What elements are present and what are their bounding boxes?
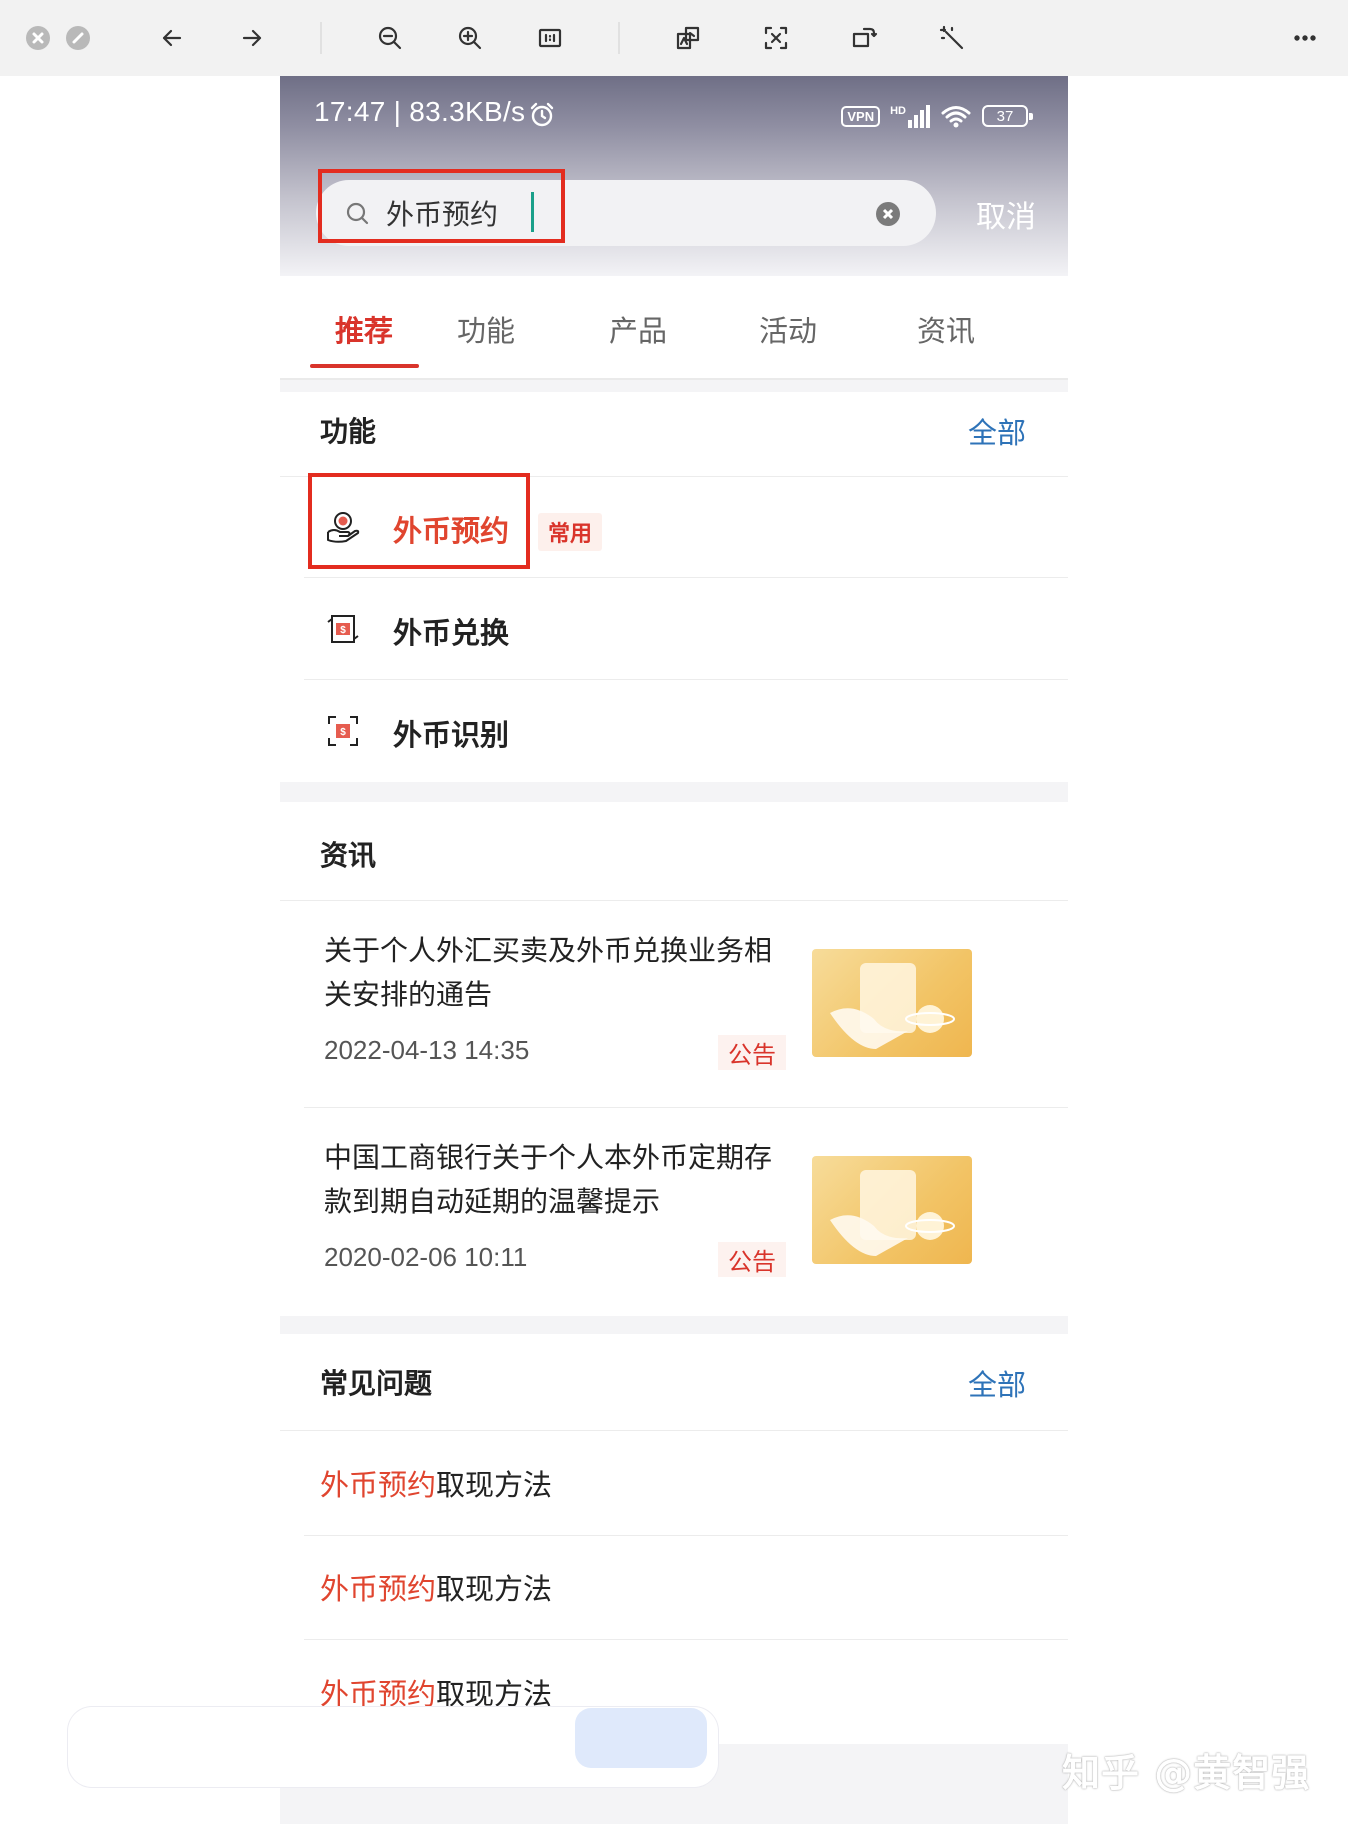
battery-level: 37 [996, 107, 1014, 125]
translate-icon[interactable] [668, 18, 708, 58]
divider [304, 577, 1068, 578]
svg-text:$: $ [340, 625, 346, 636]
section-gap [280, 782, 1068, 802]
minimize-window-icon[interactable] [58, 18, 98, 58]
bottom-card-button[interactable] [575, 1708, 707, 1768]
news-title: 中国工商银行关于个人本外币定期存款到期自动延期的温馨提示 [324, 1141, 773, 1218]
divider [304, 1639, 1068, 1640]
actual-size-icon[interactable] [530, 18, 570, 58]
network-label: HD [890, 104, 906, 117]
zoom-out-icon[interactable] [370, 18, 410, 58]
category-tabs: 推荐 功能 产品 活动 资讯 [280, 276, 1068, 380]
faq-text: 取现方法 [436, 1468, 553, 1502]
tab-products[interactable]: 产品 [568, 308, 708, 350]
news-item[interactable]: 中国工商银行关于个人本外币定期存款到期自动延期的温馨提示 2020-02-06 … [280, 1108, 1068, 1314]
cancel-button[interactable]: 取消 [976, 192, 1036, 236]
viewer-toolbar [0, 0, 1348, 76]
status-icons: VPN HD 37 [841, 100, 1033, 132]
news-tag: 公告 [718, 1242, 786, 1277]
section-gap [280, 1316, 1068, 1334]
news-date: 2022-04-13 14:35 [324, 1035, 530, 1065]
search-highlight-box [318, 169, 565, 243]
function-item-fx-recognition[interactable]: $ 外币识别 [280, 682, 1068, 782]
faq-item[interactable]: 外币预约取现方法 [320, 1566, 552, 1608]
more-options-icon[interactable] [1285, 18, 1325, 58]
function-item-fx-exchange[interactable]: $ 外币兑换 [280, 580, 1068, 680]
faq-text: 取现方法 [436, 1677, 553, 1711]
forward-arrow-icon[interactable] [232, 18, 272, 58]
clear-search-icon[interactable] [876, 202, 900, 226]
zoom-in-icon[interactable] [450, 18, 490, 58]
tab-functions[interactable]: 功能 [416, 308, 556, 350]
divider [280, 1430, 1068, 1431]
toolbar-divider [618, 22, 620, 54]
magic-wand-icon[interactable] [932, 18, 972, 58]
alarm-clock-icon [530, 102, 554, 127]
divider [304, 679, 1068, 680]
faq-all-link[interactable]: 全部 [968, 1362, 1026, 1404]
vpn-badge: VPN [841, 105, 881, 127]
news-item[interactable]: 关于个人外汇买卖及外币兑换业务相关安排的通告 2022-04-13 14:35 … [280, 901, 1068, 1107]
news-title: 关于个人外汇买卖及外币兑换业务相关安排的通告 [324, 934, 773, 1011]
frequent-badge: 常用 [538, 513, 603, 551]
svg-text:$: $ [340, 727, 346, 738]
news-thumbnail-image [812, 949, 972, 1057]
divider [304, 1535, 1068, 1536]
ocr-scan-icon[interactable] [756, 18, 796, 58]
status-time-speed: 17:47 | 83.3KB/s [314, 96, 526, 127]
news-heading: 资讯 [320, 839, 377, 872]
rotate-icon[interactable] [844, 18, 884, 58]
function-label: 外币识别 [393, 718, 510, 752]
battery-icon: 37 [982, 105, 1033, 127]
function-highlight-box [308, 473, 530, 569]
news-date: 2020-02-06 10:11 [324, 1242, 528, 1272]
watermark: 知乎 @黄智强 [1062, 1751, 1311, 1795]
tab-news[interactable]: 资讯 [876, 308, 1016, 350]
toolbar-divider [320, 22, 322, 54]
tab-activities[interactable]: 活动 [718, 308, 858, 350]
tab-recommended[interactable]: 推荐 [294, 308, 434, 350]
news-tag: 公告 [718, 1035, 786, 1070]
phone-screen: 17:47 | 83.3KB/s VPN HD 37 外币预约 取消 推荐 功能… [280, 76, 1068, 1824]
faq-item[interactable]: 外币预约取现方法 [320, 1462, 552, 1504]
back-arrow-icon[interactable] [152, 18, 192, 58]
news-thumbnail-image [812, 1156, 972, 1264]
wifi-icon [941, 106, 971, 128]
faq-keyword: 外币预约 [320, 1468, 437, 1502]
close-window-icon[interactable] [18, 18, 58, 58]
section-gap [280, 380, 1068, 392]
faq-heading: 常见问题 [320, 1367, 433, 1400]
currency-scan-icon: $ [328, 716, 358, 746]
faq-keyword: 外币预约 [320, 1572, 437, 1606]
function-label: 外币兑换 [393, 616, 510, 650]
currency-exchange-icon: $ [327, 615, 359, 643]
screenshot-canvas: 17:47 | 83.3KB/s VPN HD 37 外币预约 取消 推荐 功能… [0, 0, 1348, 1824]
faq-text: 取现方法 [436, 1572, 553, 1606]
active-tab-indicator [310, 364, 419, 368]
functions-all-link[interactable]: 全部 [968, 410, 1026, 452]
faq-keyword: 外币预约 [320, 1677, 437, 1711]
signal-icon: HD [890, 104, 930, 128]
functions-heading: 功能 [320, 415, 377, 448]
